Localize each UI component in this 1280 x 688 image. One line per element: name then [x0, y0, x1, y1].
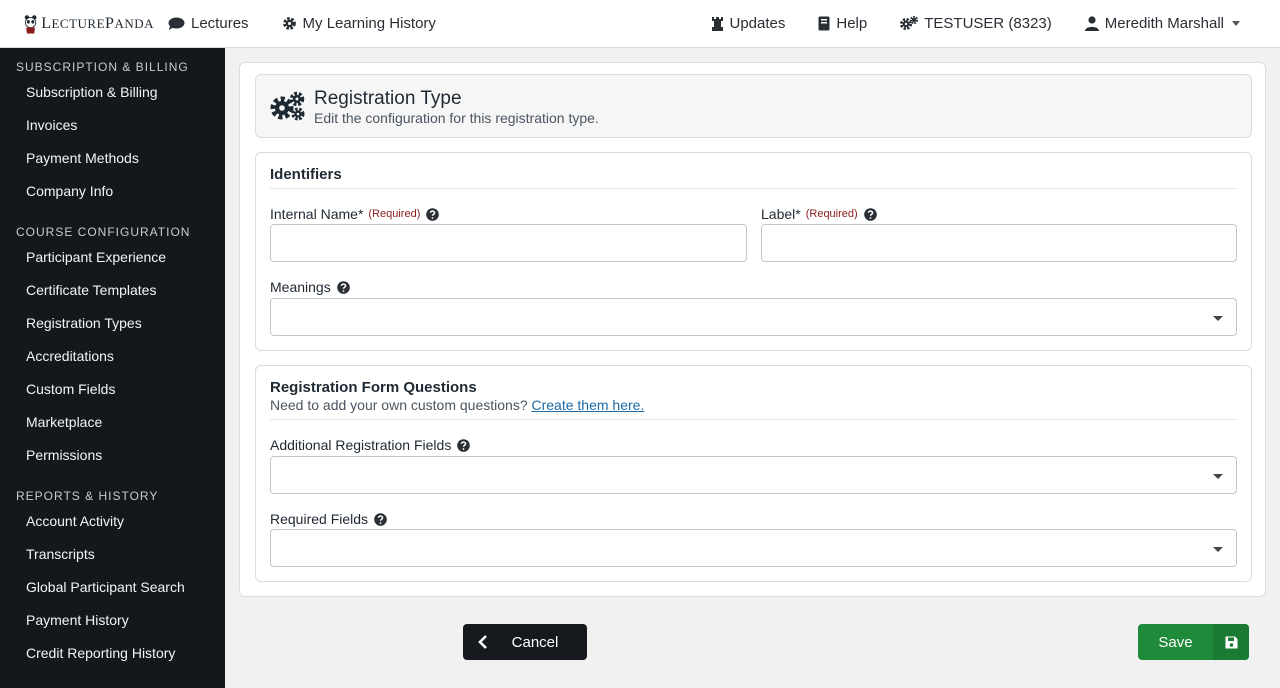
- additional-fields-select[interactable]: [270, 456, 1237, 494]
- sidebar-item-custom-fields[interactable]: Custom Fields: [0, 373, 225, 406]
- required-fields-select[interactable]: [270, 529, 1237, 567]
- nav-help[interactable]: Help: [818, 0, 867, 48]
- save-button[interactable]: Save: [1138, 624, 1249, 660]
- page-subtitle: Edit the configuration for this registra…: [314, 110, 599, 126]
- user-icon: [1084, 16, 1099, 31]
- floppy-disk-icon: [1213, 624, 1249, 660]
- sidebar-section-reports: Reports & History: [16, 489, 159, 503]
- sidebar-item-participant-experience[interactable]: Participant Experience: [0, 241, 225, 274]
- nav-user-menu[interactable]: Meredith Marshall: [1084, 0, 1240, 48]
- internal-name-input[interactable]: [270, 224, 747, 262]
- label-input[interactable]: [761, 224, 1237, 262]
- sidebar-item-credit-reporting-history[interactable]: Credit Reporting History: [0, 637, 225, 670]
- required-hint: (Required): [805, 208, 858, 220]
- sidebar-section-course-config: Course Configuration: [16, 225, 191, 239]
- chevron-down-icon: [1213, 474, 1223, 479]
- book-icon: [818, 16, 830, 31]
- sidebar-section-billing: Subscription & Billing: [16, 60, 189, 74]
- main-content: Registration Type Edit the configuration…: [225, 48, 1280, 688]
- sidebar: Subscription & Billing Subscription & Bi…: [0, 48, 225, 688]
- page-title: Registration Type: [314, 88, 462, 109]
- identifiers-panel: Identifiers Internal Name * (Required) La…: [255, 152, 1252, 351]
- question-circle-icon[interactable]: [374, 512, 387, 526]
- sidebar-item-global-participant-search[interactable]: Global Participant Search: [0, 571, 225, 604]
- top-navbar: LECTUREPANDA Lectures My Learning Histor…: [0, 0, 1280, 48]
- sidebar-item-invoices[interactable]: Invoices: [0, 109, 225, 142]
- registration-form-questions-panel: Registration Form Questions Need to add …: [255, 365, 1252, 582]
- nav-updates[interactable]: Updates: [711, 0, 785, 48]
- sidebar-item-marketplace[interactable]: Marketplace: [0, 406, 225, 439]
- divider: [270, 419, 1237, 420]
- registration-type-card: Registration Type Edit the configuration…: [239, 62, 1266, 597]
- gear-icon: [282, 17, 296, 30]
- chevron-down-icon: [1213, 547, 1223, 552]
- question-circle-icon[interactable]: [457, 438, 471, 452]
- required-hint: (Required): [368, 208, 421, 220]
- gears-icon: [900, 16, 919, 30]
- nav-learning-history[interactable]: My Learning History: [282, 0, 436, 48]
- questions-heading: Registration Form Questions: [270, 379, 477, 396]
- cancel-button[interactable]: Cancel: [463, 624, 587, 660]
- sidebar-item-certificate-templates[interactable]: Certificate Templates: [0, 274, 225, 307]
- chevron-down-icon: [1232, 21, 1240, 26]
- required-fields-label: Required Fields: [270, 511, 387, 527]
- chat-bubble-icon: [168, 17, 185, 30]
- sidebar-item-accreditations[interactable]: Accreditations: [0, 340, 225, 373]
- nav-account[interactable]: TESTUSER (8323): [900, 0, 1052, 48]
- sidebar-item-subscription-billing[interactable]: Subscription & Billing: [0, 76, 225, 109]
- divider: [270, 188, 1237, 189]
- chess-rook-icon: [711, 17, 723, 31]
- sidebar-item-payment-history[interactable]: Payment History: [0, 604, 225, 637]
- additional-fields-label: Additional Registration Fields: [270, 437, 471, 453]
- sidebar-item-account-activity[interactable]: Account Activity: [0, 505, 225, 538]
- chevron-down-icon: [1213, 316, 1223, 321]
- meanings-label: Meanings: [270, 279, 350, 295]
- question-circle-icon[interactable]: [336, 280, 350, 294]
- create-custom-questions-link[interactable]: Create them here.: [532, 397, 645, 413]
- questions-subtitle: Need to add your own custom questions? C…: [270, 397, 645, 413]
- sidebar-item-company-info[interactable]: Company Info: [0, 175, 225, 208]
- internal-name-label: Internal Name * (Required): [270, 206, 440, 222]
- label-field-label: Label * (Required): [761, 206, 877, 222]
- chevron-left-icon: [463, 635, 503, 649]
- sidebar-item-permissions[interactable]: Permissions: [0, 439, 225, 472]
- sidebar-item-transcripts[interactable]: Transcripts: [0, 538, 225, 571]
- page-header-panel: Registration Type Edit the configuration…: [255, 74, 1252, 138]
- nav-lectures[interactable]: Lectures: [168, 0, 249, 48]
- brand-logo[interactable]: LECTUREPANDA: [24, 11, 154, 37]
- meanings-select[interactable]: [270, 298, 1237, 336]
- brand-name: LECTUREPANDA: [41, 14, 154, 32]
- gears-icon: [270, 91, 305, 121]
- sidebar-item-payment-methods[interactable]: Payment Methods: [0, 142, 225, 175]
- panda-logo-icon: [24, 14, 37, 34]
- sidebar-item-registration-types[interactable]: Registration Types: [0, 307, 225, 340]
- question-circle-icon[interactable]: [426, 207, 440, 221]
- identifiers-heading: Identifiers: [270, 166, 342, 183]
- question-circle-icon[interactable]: [863, 207, 877, 221]
